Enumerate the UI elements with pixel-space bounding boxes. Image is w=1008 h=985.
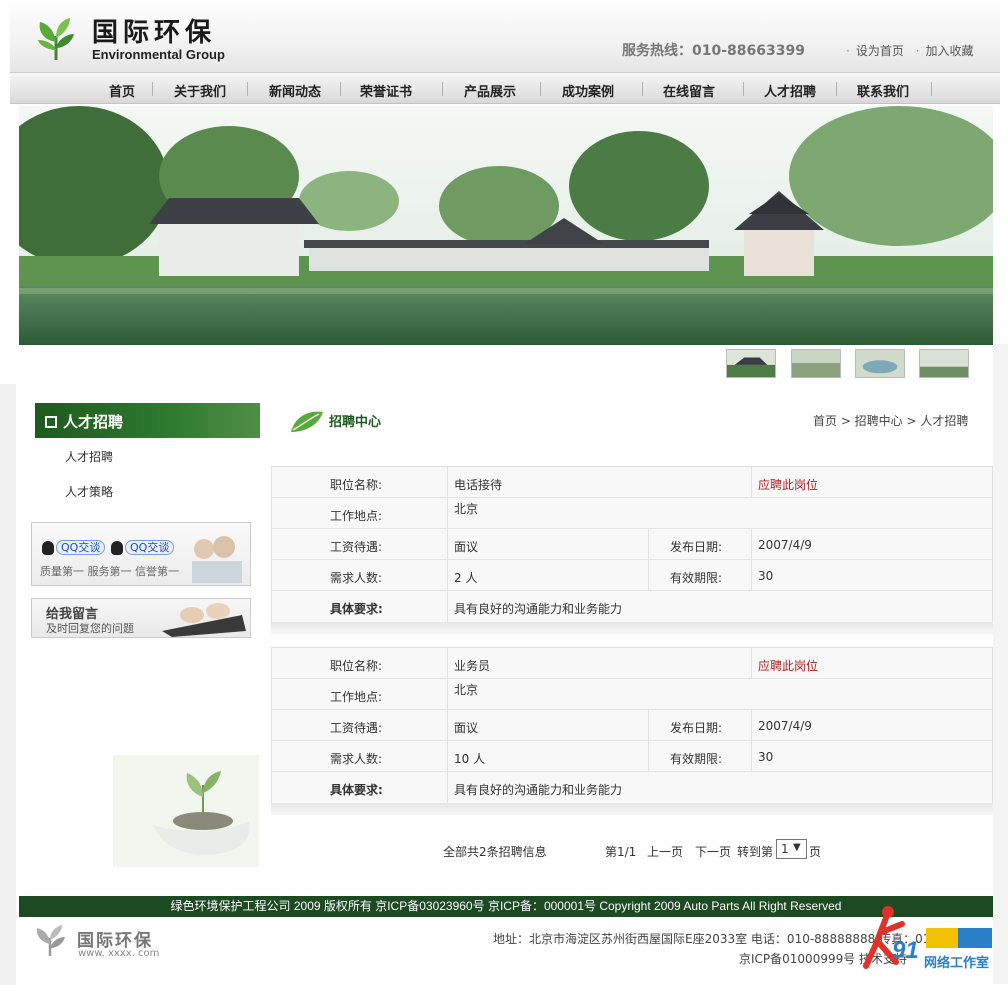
sidebar-link-jobs[interactable]: 人才招聘: [65, 448, 113, 465]
job-row-salary: 工资待遇: 面议 发布日期: 2007/4/9: [272, 710, 992, 741]
thumbnail-4[interactable]: [919, 349, 969, 378]
chevron-down-icon: ▼: [793, 842, 801, 853]
label-count: 需求人数:: [330, 571, 383, 585]
tree-logo-icon: [36, 925, 65, 956]
apply-link[interactable]: 应聘此岗位: [758, 467, 818, 498]
label-validity: 有效期限:: [670, 752, 723, 766]
nav-home[interactable]: 首页: [109, 81, 135, 100]
banner-image: [19, 106, 993, 345]
tree-logo-icon: [38, 18, 74, 60]
pager-next-link[interactable]: 下一页: [695, 843, 731, 860]
job-requirement: 具有良好的沟通能力和业务能力: [454, 602, 623, 616]
thumbnail-1[interactable]: [726, 349, 776, 378]
service-slogan: 质量第一 服务第一 信誉第一: [40, 565, 179, 578]
job-date: 2007/4/9: [758, 719, 812, 733]
qq-chat-button[interactable]: QQ交谈: [125, 540, 175, 555]
studio-watermark-text: 网络工作室: [924, 956, 990, 971]
label-salary: 工资待遇:: [330, 540, 383, 554]
thumbnail-3[interactable]: [855, 349, 905, 378]
section-title: 招聘中心: [329, 415, 382, 430]
job-row-location: 工作地点: 北京: [272, 679, 992, 710]
job-salary: 面议: [454, 540, 479, 554]
sidebar-title: 人才招聘: [35, 403, 260, 438]
job-title: 业务员: [454, 659, 491, 673]
job-row-title: 职位名称: 电话接待 应聘此岗位: [272, 467, 992, 498]
pager-prev-link[interactable]: 上一页: [647, 843, 683, 860]
label-position: 职位名称:: [330, 478, 383, 492]
main-nav: 首页 关于我们 新闻动态 荣誉证书 产品展示 成功案例 在线留言 人才招聘 联系…: [10, 72, 1000, 104]
plant-in-hands-image: [113, 755, 259, 867]
label-salary: 工资待遇:: [330, 721, 383, 735]
top-links: · 设为首页 · 加入收藏: [846, 44, 974, 58]
job-row-title: 职位名称: 业务员 应聘此岗位: [272, 648, 992, 679]
pager-goto-label: 转到第: [737, 845, 774, 859]
job-card: 职位名称: 业务员 应聘此岗位 工作地点: 北京 工资待遇: 面议 发布日期: …: [271, 647, 993, 805]
page-select[interactable]: 1 ▼: [776, 839, 807, 859]
label-position: 职位名称:: [330, 659, 383, 673]
label-date: 发布日期:: [670, 721, 723, 735]
apply-link[interactable]: 应聘此岗位: [758, 648, 818, 679]
logo-title: 国际环保: [92, 18, 217, 48]
job-salary: 面议: [454, 721, 479, 735]
leaf-icon: [291, 411, 323, 432]
job-location: 北京: [454, 502, 479, 516]
svg-text:91: 91: [892, 937, 919, 964]
job-row-salary: 工资待遇: 面议 发布日期: 2007/4/9: [272, 529, 992, 560]
job-count: 2 人: [454, 571, 478, 585]
job-row-count: 需求人数: 2 人 有效期限: 30: [272, 560, 992, 591]
service-hotline: 服务热线：010-88663399: [622, 43, 805, 59]
job-row-requirement: 具体要求: 具有良好的沟通能力和业务能力: [272, 772, 992, 803]
job-location: 北京: [454, 683, 479, 697]
nav-cases[interactable]: 成功案例: [562, 81, 614, 100]
nav-guestbook[interactable]: 在线留言: [663, 81, 715, 100]
nav-honors[interactable]: 荣誉证书: [360, 81, 412, 100]
page-margin-right: [993, 344, 1008, 984]
leave-message-subtitle: 及时回复您的问题: [46, 622, 134, 635]
pager-unit: 页: [809, 845, 822, 859]
leave-message-box[interactable]: 给我留言 及时回复您的问题: [31, 598, 251, 638]
job-date: 2007/4/9: [758, 538, 812, 552]
pager-page: 第1/1: [605, 845, 637, 859]
job-validity: 30: [758, 569, 774, 583]
job-card: 职位名称: 电话接待 应聘此岗位 工作地点: 北京 工资待遇: 面议 发布日期:…: [271, 466, 993, 624]
customer-service-image: [192, 536, 242, 583]
label-requirement: 具体要求:: [330, 602, 383, 616]
nav-news[interactable]: 新闻动态: [269, 81, 321, 100]
qq-chat-button[interactable]: QQ交谈: [56, 540, 106, 555]
pager-total: 全部共2条招聘信息: [443, 845, 547, 859]
job-row-count: 需求人数: 10 人 有效期限: 30: [272, 741, 992, 772]
label-validity: 有效期限:: [670, 571, 723, 585]
job-count: 10 人: [454, 752, 486, 766]
nav-jobs[interactable]: 人才招聘: [764, 81, 816, 100]
footer-copyright: 绿色环境保护工程公司 2009 版权所有 京ICP备03023960号 京ICP…: [19, 896, 993, 917]
job-requirement: 具有良好的沟通能力和业务能力: [454, 783, 623, 797]
label-location: 工作地点:: [330, 690, 383, 704]
job-row-requirement: 具体要求: 具有良好的沟通能力和业务能力: [272, 591, 992, 622]
label-location: 工作地点:: [330, 509, 383, 523]
sidebar-link-strategy[interactable]: 人才策略: [65, 483, 113, 500]
qq-chat-box: QQ交谈 QQ交谈 质量第一 服务第一 信誉第一: [31, 522, 251, 586]
page-margin-left: [0, 384, 16, 985]
label-date: 发布日期:: [670, 540, 723, 554]
job-row-location: 工作地点: 北京: [272, 498, 992, 529]
nav-about[interactable]: 关于我们: [174, 81, 226, 100]
logo-subtitle: Environmental Group: [92, 47, 225, 62]
label-count: 需求人数:: [330, 752, 383, 766]
qq-penguin-icon: [42, 541, 54, 555]
site-header: 国际环保 Environmental Group 服务热线：010-886633…: [10, 0, 1000, 72]
job-title: 电话接待: [454, 478, 503, 492]
add-favorite-link[interactable]: 加入收藏: [926, 44, 974, 58]
qq-penguin-icon: [111, 541, 123, 555]
nav-contact[interactable]: 联系我们: [857, 81, 909, 100]
thumbnail-2[interactable]: [791, 349, 841, 378]
footer-logo-url: www. xxxx. com: [78, 948, 160, 959]
label-requirement: 具体要求:: [330, 783, 383, 797]
job-validity: 30: [758, 750, 774, 764]
set-home-link[interactable]: 设为首页: [856, 44, 904, 58]
square-bullet-icon: [45, 416, 57, 428]
nav-products[interactable]: 产品展示: [464, 81, 516, 100]
breadcrumb: 首页 > 招聘中心 > 人才招聘: [813, 414, 969, 428]
keyboard-image: [162, 603, 246, 637]
